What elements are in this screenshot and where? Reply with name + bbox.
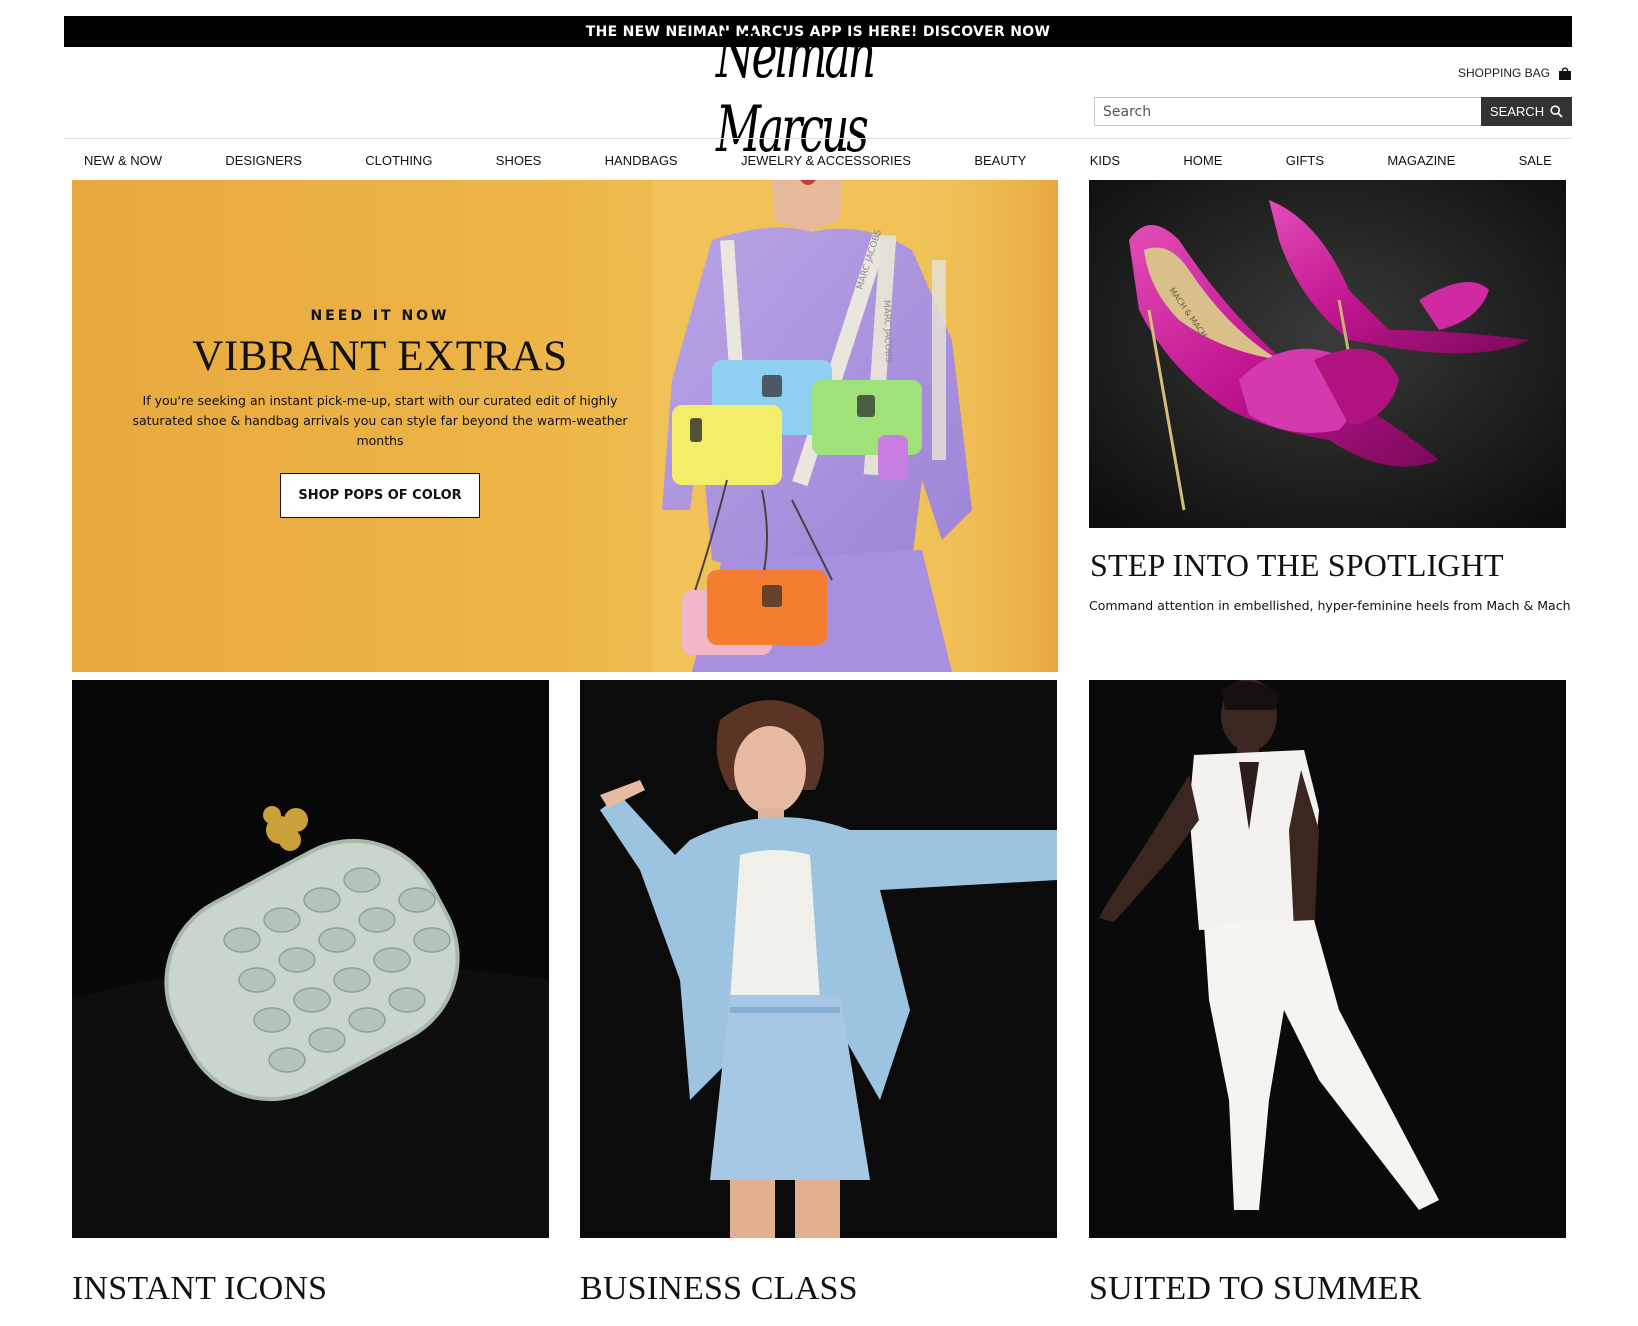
tile-suited-to-summer-title[interactable]: SUITED TO SUMMER: [1089, 1270, 1422, 1308]
hero-text-block: NEED IT NOW VIBRANT EXTRAS If you're see…: [72, 308, 688, 518]
tile-suited-to-summer-image[interactable]: [1089, 680, 1566, 1238]
tile-instant-icons-image[interactable]: [72, 680, 549, 1238]
nav-item-designers[interactable]: DESIGNERS: [225, 153, 302, 173]
shopping-bag-label: SHOPPING BAG: [1457, 66, 1550, 80]
hero-title: VIBRANT EXTRAS: [192, 333, 568, 380]
nav-item-new-and-now[interactable]: NEW & NOW: [84, 153, 162, 173]
search-button-label: SEARCH: [1489, 104, 1545, 119]
spotlight-title[interactable]: STEP INTO THE SPOTLIGHT: [1090, 547, 1504, 584]
main-nav: NEW & NOW DESIGNERS CLOTHING SHOES HANDB…: [64, 153, 1572, 173]
hero-description: If you're seeking an instant pick-me-up,…: [132, 393, 628, 448]
nav-item-sale[interactable]: SALE: [1519, 153, 1552, 173]
heels-illustration: MACH & MACH: [1089, 180, 1566, 528]
nav-item-handbags[interactable]: HANDBAGS: [605, 153, 678, 173]
header-divider: [64, 138, 1572, 139]
nav-item-beauty[interactable]: BEAUTY: [974, 153, 1026, 173]
spotlight-heels-image[interactable]: MACH & MACH: [1089, 180, 1566, 528]
tile-instant-icons-title[interactable]: INSTANT ICONS: [72, 1270, 327, 1308]
nav-item-jewelry-accessories[interactable]: JEWELRY & ACCESSORIES: [741, 153, 911, 173]
woven-clutch-illustration: [72, 680, 549, 1238]
brand-logo[interactable]: Neiman Marcus: [716, 19, 926, 167]
shop-pops-of-color-button[interactable]: SHOP POPS OF COLOR: [280, 473, 480, 518]
search-input[interactable]: [1094, 97, 1481, 126]
shopping-bag-link[interactable]: SHOPPING BAG: [1458, 66, 1572, 80]
search-icon: [1550, 105, 1563, 118]
tile-business-class-image[interactable]: [580, 680, 1057, 1238]
nav-item-kids[interactable]: KIDS: [1090, 153, 1120, 173]
spotlight-subtitle: Command attention in embellished, hyper-…: [1089, 598, 1571, 613]
search-bar: SEARCH: [1094, 97, 1572, 126]
hero-eyebrow: NEED IT NOW: [310, 308, 450, 324]
tile-business-class-title[interactable]: BUSINESS CLASS: [580, 1270, 858, 1308]
suited-to-summer-model-illustration: [1089, 680, 1566, 1238]
nav-item-home[interactable]: HOME: [1183, 153, 1222, 173]
nav-item-magazine[interactable]: MAGAZINE: [1387, 153, 1455, 173]
nav-item-gifts[interactable]: GIFTS: [1286, 153, 1324, 173]
nav-item-clothing[interactable]: CLOTHING: [365, 153, 432, 173]
search-button[interactable]: SEARCH: [1481, 97, 1572, 126]
business-class-model-illustration: [580, 680, 1057, 1238]
hero-banner[interactable]: MARC JACOBS MARC JACOBS MARC JACOBS NEED…: [72, 180, 1058, 672]
nav-item-shoes[interactable]: SHOES: [496, 153, 542, 173]
shopping-bag-icon: [1558, 67, 1572, 80]
